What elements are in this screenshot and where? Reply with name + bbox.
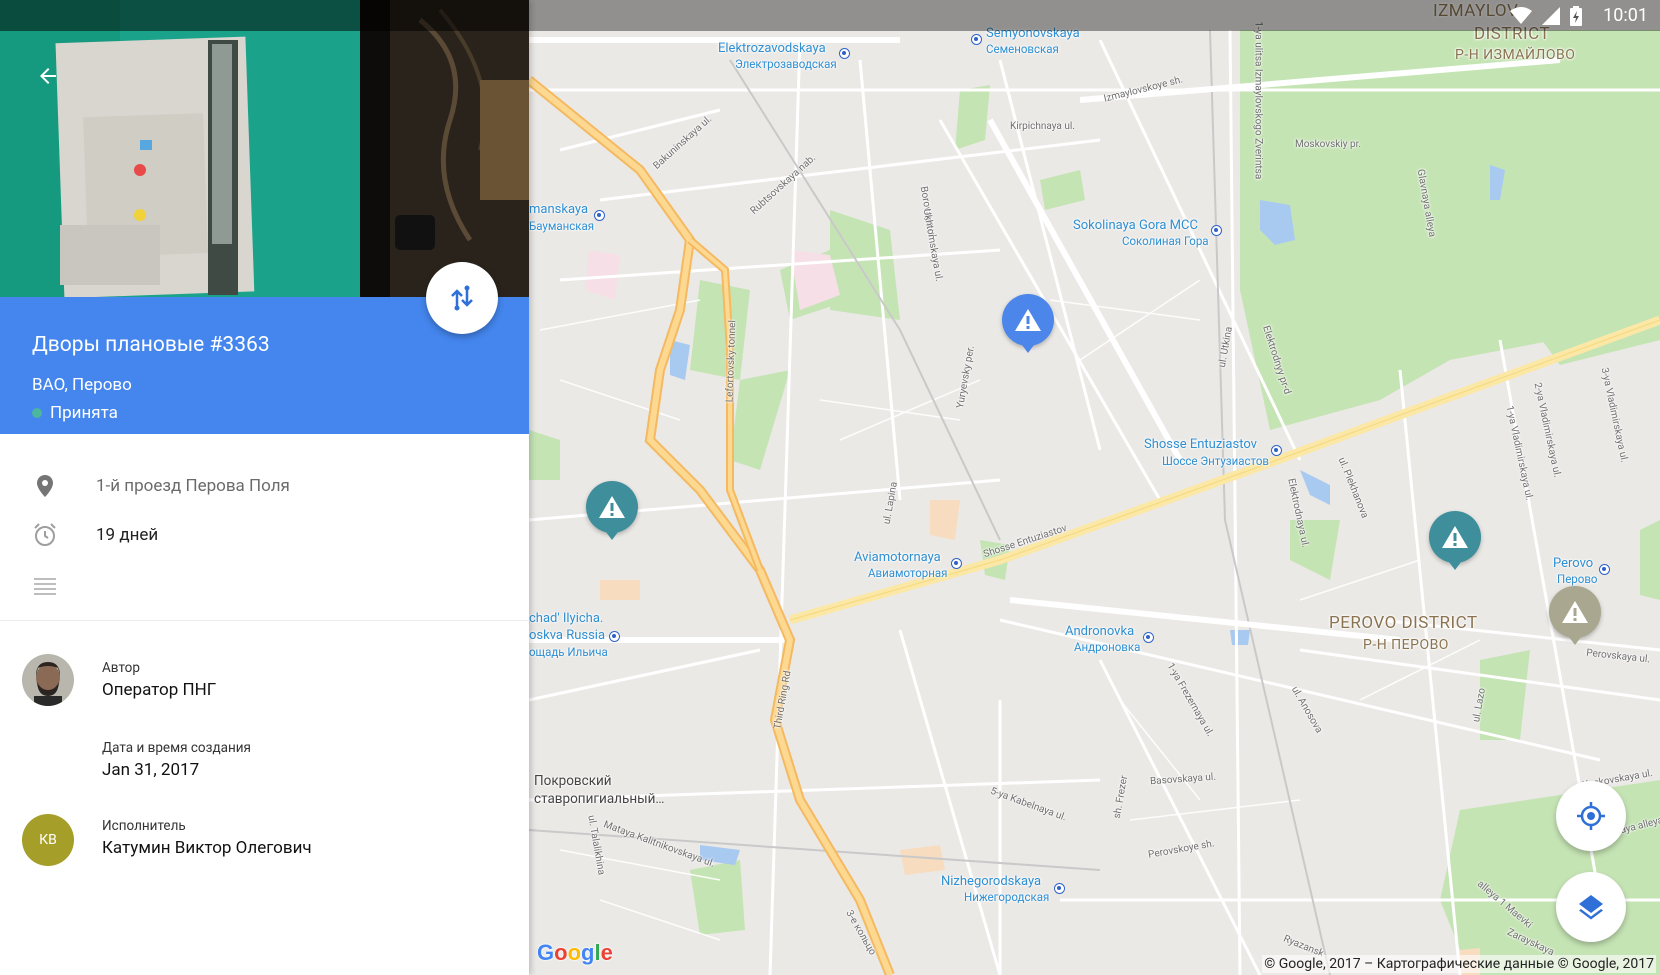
notes-icon (32, 573, 58, 599)
incident-title: Дворы плановые #3363 (32, 333, 270, 357)
incident-detail-panel: Дворы плановые #3363 ВАО, Перово Принята… (0, 0, 529, 975)
warning-icon (599, 496, 625, 518)
district-label-ru: Р-Н ПЕРОВО (1363, 637, 1449, 653)
address-text: 1-й проезд Перова Поля (96, 476, 290, 496)
station-label-ru: Нижегородская (964, 890, 1050, 904)
station-label-ru: Соколиная Гора (1122, 234, 1209, 248)
station-label: Nizhegorodskaya (941, 874, 1042, 889)
station-label-ru: Шоссе Энтузиастов (1162, 454, 1269, 468)
layers-icon (1579, 895, 1603, 920)
station-label-ru: Андроновка (1074, 640, 1141, 654)
station-label-ru: Авиамоторная (868, 566, 948, 580)
street-label: Kirpichnaya ul. (1010, 121, 1075, 132)
status-label: Принята (50, 403, 118, 423)
signal-icon (1542, 7, 1560, 25)
warning-icon (1562, 601, 1588, 623)
incident-status: Принята (32, 403, 118, 423)
description-row[interactable] (0, 562, 529, 610)
alarm-clock-icon (32, 522, 58, 548)
duration-row: 19 дней (0, 511, 529, 559)
author-item: Автор Оператор ПНГ (0, 652, 529, 712)
route-button[interactable] (426, 262, 498, 334)
station-label-ru: Бауманская (529, 219, 595, 233)
warning-icon (1442, 526, 1468, 548)
district-label-ru: Р-Н ИЗМАЙЛОВО (1455, 47, 1576, 63)
station-label: Perovo (1553, 556, 1594, 571)
station-label: oskva Russia (529, 628, 606, 643)
street-label: 1-ya ulitsa Izmaylovskogo Zverintsa (1252, 21, 1264, 180)
assignee-caption: Исполнитель (102, 818, 186, 834)
avatar (22, 654, 74, 706)
created-item: Дата и время создания Jan 31, 2017 (0, 738, 529, 788)
clock: 10:01 (1603, 5, 1648, 26)
station-label: Aviamotornaya (854, 550, 941, 565)
station-label: Elektrozavodskaya (718, 41, 826, 56)
warning-icon (1015, 309, 1041, 331)
incident-photo[interactable] (0, 0, 529, 297)
status-bar: 10:01 (0, 0, 1660, 31)
assignee-item: КВ Исполнитель Катумин Виктор Олегович (0, 812, 529, 872)
back-button[interactable] (28, 56, 68, 96)
street-label: Moskovskiy pr. (1295, 139, 1362, 150)
duration-text: 19 дней (96, 525, 159, 545)
google-logo: Google (537, 940, 613, 965)
station-label-ru: Электрозаводская (735, 57, 837, 71)
divider (0, 620, 529, 621)
station-label-ru: Перово (1557, 572, 1598, 586)
assignee-avatar: КВ (22, 814, 74, 866)
battery-charging-icon (1570, 6, 1582, 26)
incident-marker-selected[interactable] (1002, 294, 1054, 353)
map-layers-button[interactable] (1556, 872, 1626, 942)
station-label-ru: Семеновская (986, 42, 1059, 56)
photo-image (0, 0, 529, 297)
incident-marker[interactable] (586, 481, 638, 540)
author-caption: Автор (102, 660, 140, 676)
swap-vert-icon (451, 285, 473, 311)
incident-marker[interactable] (1429, 511, 1481, 570)
location-pin-icon (32, 473, 58, 499)
created-value: Jan 31, 2017 (102, 760, 200, 780)
station-label: manskaya (529, 202, 589, 217)
incident-marker[interactable] (1549, 586, 1601, 645)
status-dot (32, 408, 42, 418)
wifi-icon (1510, 7, 1532, 24)
created-caption: Дата и время создания (102, 740, 251, 756)
crosshair-icon (1577, 802, 1605, 830)
my-location-button[interactable] (1556, 781, 1626, 851)
poi-label: Покровский ставропигиальный… (534, 773, 665, 808)
station-label: Sokolinaya Gora MCC (1073, 218, 1198, 233)
station-label: Shosse Entuziastov (1144, 437, 1257, 452)
map-copyright: © Google, 2017 – Картографические данные… (1262, 955, 1656, 973)
station-label: chad' Ilyicha. (529, 611, 604, 626)
address-row[interactable]: 1-й проезд Перова Поля (0, 462, 529, 510)
status-icons (1510, 6, 1582, 26)
author-name: Оператор ПНГ (102, 680, 217, 700)
district-label: PEROVO DISTRICT (1329, 613, 1478, 633)
arrow-back-icon (40, 68, 56, 84)
assignee-name: Катумин Виктор Олегович (102, 838, 312, 858)
station-label-ru: ощадь Ильича (529, 645, 608, 659)
incident-region: ВАО, Перово (32, 375, 132, 395)
station-label: Andronovka (1065, 624, 1135, 639)
